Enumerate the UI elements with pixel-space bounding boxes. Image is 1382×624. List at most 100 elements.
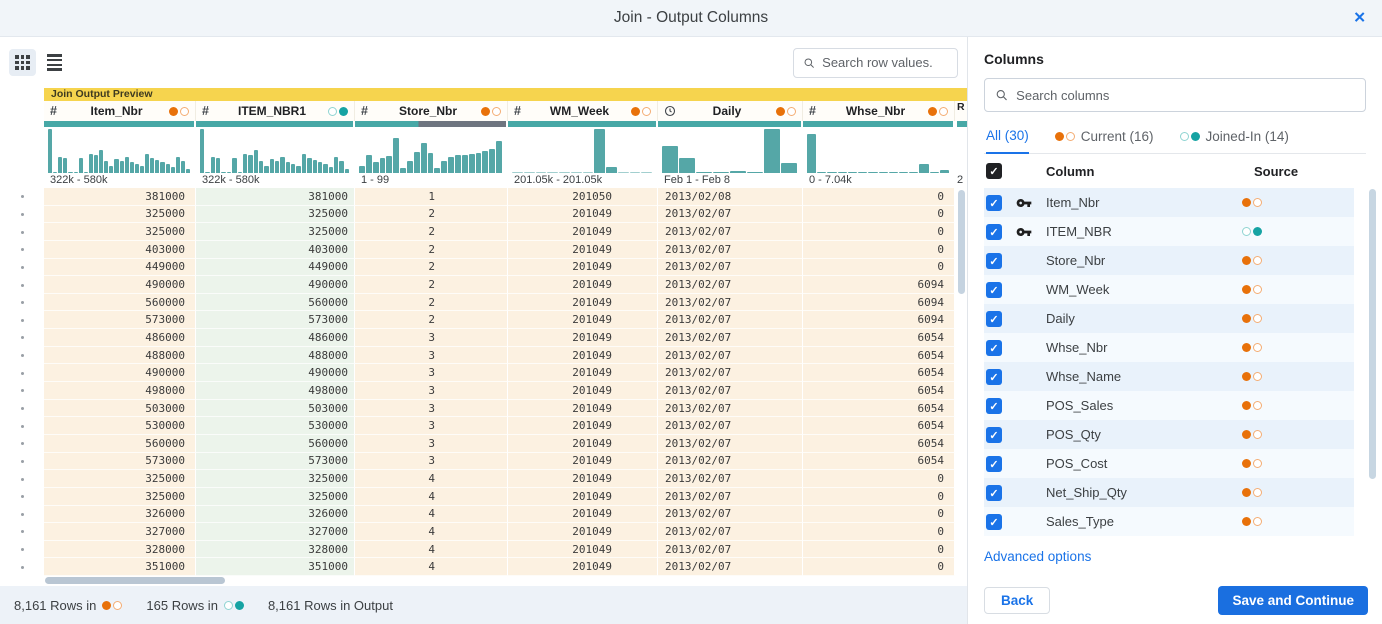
cell-Item_Nbr[interactable]: 403000 <box>44 241 196 259</box>
cell-ITEM_NBR1[interactable]: 560000 <box>196 435 355 453</box>
table-row[interactable]: 38100038100012010502013/02/080 <box>0 188 967 206</box>
table-row[interactable]: 32500032500022010492013/02/070 <box>0 206 967 224</box>
cell-Whse_Nbr[interactable]: 0 <box>803 188 955 206</box>
column-checkbox[interactable]: ✓ <box>986 195 1002 211</box>
cell-Whse_Nbr[interactable]: 6094 <box>803 276 955 294</box>
cell-Store_Nbr[interactable]: 3 <box>355 364 508 382</box>
cell-Item_Nbr[interactable]: 325000 <box>44 470 196 488</box>
save-and-continue-button[interactable]: Save and Continue <box>1218 586 1368 615</box>
table-row[interactable]: 32500032500042010492013/02/070 <box>0 488 967 506</box>
column-checkbox[interactable]: ✓ <box>986 398 1002 414</box>
cell-Item_Nbr[interactable]: 490000 <box>44 364 196 382</box>
table-row[interactable]: 35100035100042010492013/02/070 <box>0 558 967 576</box>
cell-Daily[interactable]: 2013/02/07 <box>658 488 803 506</box>
cell-ITEM_NBR1[interactable]: 381000 <box>196 188 355 206</box>
column-list-item-ITEM_NBR[interactable]: ✓ITEM_NBR <box>984 217 1354 246</box>
cell-ITEM_NBR1[interactable]: 490000 <box>196 276 355 294</box>
cell-Item_Nbr[interactable]: 328000 <box>44 541 196 559</box>
cell-Daily[interactable]: 2013/02/07 <box>658 558 803 576</box>
cell-WM_Week[interactable]: 201050 <box>508 188 658 206</box>
column-header-Daily[interactable]: Daily <box>658 101 803 121</box>
histogram-Item_Nbr[interactable] <box>44 127 196 173</box>
table-row[interactable]: 32700032700042010492013/02/070 <box>0 523 967 541</box>
cell-Item_Nbr[interactable]: 351000 <box>44 558 196 576</box>
cell-Store_Nbr[interactable]: 4 <box>355 558 508 576</box>
cell-Whse_Nbr[interactable]: 0 <box>803 223 955 241</box>
column-checkbox[interactable]: ✓ <box>986 282 1002 298</box>
column-search[interactable] <box>984 78 1366 112</box>
cell-Store_Nbr[interactable]: 3 <box>355 400 508 418</box>
cell-WM_Week[interactable]: 201049 <box>508 470 658 488</box>
cell-Whse_Nbr[interactable]: 6054 <box>803 400 955 418</box>
table-row[interactable]: 53000053000032010492013/02/076054 <box>0 417 967 435</box>
cell-Whse_Nbr[interactable]: 6054 <box>803 435 955 453</box>
column-list-item-Store_Nbr[interactable]: ✓Store_Nbr <box>984 246 1354 275</box>
cell-Item_Nbr[interactable]: 381000 <box>44 188 196 206</box>
column-checkbox[interactable]: ✓ <box>986 456 1002 472</box>
cell-WM_Week[interactable]: 201049 <box>508 541 658 559</box>
cell-Store_Nbr[interactable]: 3 <box>355 347 508 365</box>
cell-ITEM_NBR1[interactable]: 403000 <box>196 241 355 259</box>
cell-WM_Week[interactable]: 201049 <box>508 453 658 471</box>
cell-WM_Week[interactable]: 201049 <box>508 206 658 224</box>
cell-WM_Week[interactable]: 201049 <box>508 347 658 365</box>
cell-Item_Nbr[interactable]: 325000 <box>44 206 196 224</box>
back-button[interactable]: Back <box>984 587 1050 614</box>
column-list-item-WM_Week[interactable]: ✓WM_Week <box>984 275 1354 304</box>
histogram-ITEM_NBR1[interactable] <box>196 127 355 173</box>
table-row[interactable]: 50300050300032010492013/02/076054 <box>0 400 967 418</box>
cell-WM_Week[interactable]: 201049 <box>508 329 658 347</box>
cell-WM_Week[interactable]: 201049 <box>508 294 658 312</box>
column-checkbox[interactable]: ✓ <box>986 369 1002 385</box>
cell-WM_Week[interactable]: 201049 <box>508 223 658 241</box>
tab-joined-in-14-[interactable]: Joined-In (14) <box>1180 128 1289 153</box>
column-search-input[interactable] <box>1016 88 1355 103</box>
cell-WM_Week[interactable]: 201049 <box>508 506 658 524</box>
column-list-item-POS_Sales[interactable]: ✓POS_Sales <box>984 391 1354 420</box>
column-header-Item_Nbr[interactable]: #Item_Nbr <box>44 101 196 121</box>
table-row[interactable]: 40300040300022010492013/02/070 <box>0 241 967 259</box>
cell-Store_Nbr[interactable]: 2 <box>355 223 508 241</box>
cell-Store_Nbr[interactable]: 2 <box>355 206 508 224</box>
cell-Item_Nbr[interactable]: 560000 <box>44 435 196 453</box>
cell-Item_Nbr[interactable]: 488000 <box>44 347 196 365</box>
cell-WM_Week[interactable]: 201049 <box>508 259 658 277</box>
column-checkbox[interactable]: ✓ <box>986 485 1002 501</box>
table-row[interactable]: 32800032800042010492013/02/070 <box>0 541 967 559</box>
advanced-options-link[interactable]: Advanced options <box>984 549 1366 564</box>
cell-WM_Week[interactable]: 201049 <box>508 558 658 576</box>
cell-ITEM_NBR1[interactable]: 325000 <box>196 223 355 241</box>
cell-Whse_Nbr[interactable]: 6054 <box>803 364 955 382</box>
cell-ITEM_NBR1[interactable]: 498000 <box>196 382 355 400</box>
cell-Daily[interactable]: 2013/02/07 <box>658 206 803 224</box>
cell-Whse_Nbr[interactable]: 0 <box>803 523 955 541</box>
cell-Whse_Nbr[interactable]: 0 <box>803 506 955 524</box>
cell-Daily[interactable]: 2013/02/07 <box>658 453 803 471</box>
table-row[interactable]: 49000049000032010492013/02/076054 <box>0 364 967 382</box>
table-row[interactable]: 57300057300022010492013/02/076094 <box>0 311 967 329</box>
column-list-item-Daily[interactable]: ✓Daily <box>984 304 1354 333</box>
cell-ITEM_NBR1[interactable]: 351000 <box>196 558 355 576</box>
cell-Whse_Nbr[interactable]: 6054 <box>803 329 955 347</box>
column-checkbox[interactable]: ✓ <box>986 340 1002 356</box>
cell-Whse_Nbr[interactable]: 0 <box>803 241 955 259</box>
cell-ITEM_NBR1[interactable]: 325000 <box>196 470 355 488</box>
list-view-button[interactable] <box>40 49 67 76</box>
column-checkbox[interactable]: ✓ <box>986 311 1002 327</box>
cell-Item_Nbr[interactable]: 326000 <box>44 506 196 524</box>
cell-Item_Nbr[interactable]: 486000 <box>44 329 196 347</box>
table-row[interactable]: 49800049800032010492013/02/076054 <box>0 382 967 400</box>
cell-Store_Nbr[interactable]: 4 <box>355 488 508 506</box>
column-list-item-Whse_Name[interactable]: ✓Whse_Name <box>984 362 1354 391</box>
cell-Daily[interactable]: 2013/02/07 <box>658 347 803 365</box>
cell-ITEM_NBR1[interactable]: 486000 <box>196 329 355 347</box>
cell-Store_Nbr[interactable]: 4 <box>355 523 508 541</box>
histogram-Whse_Nbr[interactable] <box>803 127 955 173</box>
cell-WM_Week[interactable]: 201049 <box>508 364 658 382</box>
cell-ITEM_NBR1[interactable]: 326000 <box>196 506 355 524</box>
cell-Daily[interactable]: 2013/02/07 <box>658 470 803 488</box>
tab-all-30-[interactable]: All (30) <box>986 128 1029 154</box>
table-row[interactable]: 57300057300032010492013/02/076054 <box>0 453 967 471</box>
cell-Store_Nbr[interactable]: 3 <box>355 453 508 471</box>
cell-Store_Nbr[interactable]: 2 <box>355 311 508 329</box>
